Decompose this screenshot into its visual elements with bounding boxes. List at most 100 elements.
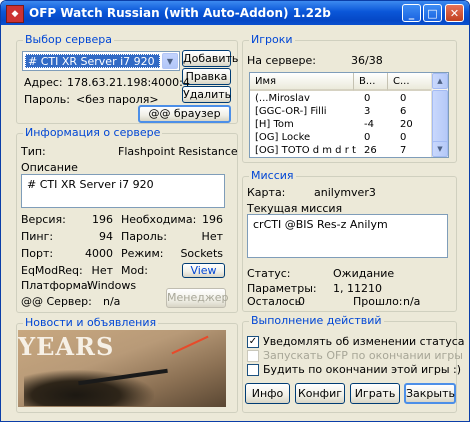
elapsed-value: n/a (403, 295, 421, 308)
player-name: [GGC-OR-] Filli (255, 106, 327, 117)
delete-server-button[interactable]: Удалить (182, 86, 231, 103)
table-row[interactable]: [H] Tom -4 20 (250, 118, 424, 131)
port-label: Порт: (21, 247, 54, 260)
add-server-button[interactable]: Добавить (182, 50, 238, 67)
scroll-down-icon[interactable]: ▼ (432, 141, 448, 157)
player-name: [H] Tom (255, 119, 294, 130)
player-c: 7 (400, 145, 407, 156)
server-password-label: Пароль: (121, 230, 167, 243)
news-title: Новости и объявления (23, 316, 159, 329)
news-banner-text: YEARS (18, 332, 115, 361)
news-banner-image[interactable]: YEARS (18, 330, 226, 407)
on-server-label: На сервере: (247, 54, 317, 67)
server-combo[interactable]: # CTI XR Server i7 920 ▼ (22, 51, 180, 71)
port-value: 4000 (85, 247, 113, 260)
params-value: 1, 11210 (333, 282, 382, 295)
launch-ofp-label: Запускать OFP по окончании игры (263, 349, 463, 362)
server-select-title: Выбор сервера (23, 33, 114, 46)
ping-label: Пинг: (21, 230, 54, 243)
column-c[interactable]: С... (388, 73, 434, 91)
close-button[interactable]: Закрыть (404, 383, 456, 404)
type-label: Тип: (21, 145, 46, 158)
player-name: [OG] TOTO d m d r t (255, 145, 356, 156)
at-server-value: n/a (103, 295, 121, 308)
ping-value: 94 (99, 230, 113, 243)
browser-button[interactable]: @@ браузер (138, 105, 231, 123)
platform-value: Windows (87, 279, 137, 292)
elapsed-label: Прошло: (353, 295, 403, 308)
type-value: Flashpoint Resistance (118, 145, 238, 158)
player-c: 6 (400, 106, 407, 117)
view-mod-button[interactable]: View (182, 263, 225, 278)
player-b: 3 (364, 106, 371, 117)
player-b: 26 (364, 145, 377, 156)
server-info-title: Информация о сервере (23, 126, 163, 139)
server-password-value: Нет (201, 230, 223, 243)
map-label: Карта: (247, 186, 286, 199)
table-row[interactable]: [GGC-OR-] Filli 3 6 (250, 105, 424, 118)
player-name: [OG] Locke (255, 132, 311, 143)
notify-status-label: Уведомлять об изменении статуса (263, 335, 465, 348)
remaining-value: 0 (298, 295, 305, 308)
eqmodreq-value: Нет (91, 264, 113, 277)
config-button[interactable]: Конфиг (295, 383, 345, 404)
mission-title: Миссия (249, 169, 296, 182)
manager-button[interactable]: Менеджер (166, 288, 228, 308)
window-title: OFP Watch Russian (with Auto-Addon) 1.22… (29, 6, 331, 20)
actions-title: Выполнение действий (249, 314, 384, 327)
version-label: Версия: (21, 213, 66, 226)
current-mission-field[interactable]: crCTI @BIS Res-z Anilym (247, 214, 448, 258)
wake-up-label: Будить по окончании этой игры :) (263, 363, 462, 376)
description-label: Описание (21, 161, 78, 174)
players-scrollbar[interactable]: ▲ ▼ (431, 73, 448, 157)
main-window: ◆ OFP Watch Russian (with Auto-Addon) 1.… (0, 0, 470, 422)
map-value: anilymver3 (314, 186, 376, 199)
player-name: (...Miroslav (255, 93, 310, 104)
description-field[interactable]: # CTI XR Server i7 920 (21, 174, 225, 208)
player-b: -4 (364, 119, 374, 130)
column-b[interactable]: В... (354, 73, 388, 91)
version-value: 196 (92, 213, 113, 226)
column-name[interactable]: Имя (250, 73, 354, 91)
players-title: Игроки (249, 33, 295, 46)
scroll-up-icon[interactable]: ▲ (432, 73, 448, 89)
title-bar[interactable]: ◆ OFP Watch Russian (with Auto-Addon) 1.… (1, 1, 469, 25)
status-value: Ожидание (333, 267, 395, 280)
tracer-line (171, 335, 209, 355)
launch-ofp-checkbox[interactable] (247, 350, 259, 362)
eqmodreq-label: EqModReq: (21, 264, 83, 277)
params-label: Параметры: (247, 282, 317, 295)
app-icon: ◆ (6, 5, 24, 23)
server-combo-value: # CTI XR Server i7 920 (25, 54, 160, 68)
players-list[interactable]: Имя В... С... (...Miroslav 0 0 [GGC-OR-]… (249, 72, 449, 158)
player-c: 20 (400, 119, 413, 130)
required-label: Необходима: (121, 213, 197, 226)
at-server-label: @@ Сервер: (21, 295, 92, 308)
mod-label: Mod: (121, 264, 148, 277)
maximize-button[interactable]: □ (423, 4, 442, 22)
platform-label: Платформа: (21, 279, 92, 292)
address-value: 178.63.21.198:4000:4 (67, 76, 190, 89)
on-server-value: 36/38 (351, 54, 383, 67)
required-value: 196 (202, 213, 223, 226)
info-button[interactable]: Инфо (245, 383, 290, 404)
player-c: 0 (400, 132, 407, 143)
play-button[interactable]: Играть (350, 383, 400, 404)
chevron-down-icon[interactable]: ▼ (162, 53, 178, 69)
player-c: 0 (400, 93, 407, 104)
address-label: Адрес: (24, 76, 63, 89)
table-row[interactable]: [OG] TOTO d m d r t 26 7 (250, 144, 424, 157)
player-b: 0 (364, 93, 371, 104)
status-label: Статус: (247, 267, 291, 280)
minimize-button[interactable]: _ (402, 4, 421, 22)
player-b: 0 (364, 132, 371, 143)
close-window-button[interactable]: ✕ (445, 4, 464, 22)
mode-label: Режим: (121, 247, 164, 260)
wake-up-checkbox[interactable] (247, 364, 259, 376)
notify-status-checkbox[interactable]: ✓ (247, 336, 259, 348)
mode-value: Sockets (180, 247, 223, 260)
remaining-label: Осталось (247, 295, 302, 308)
table-row[interactable]: [OG] Locke 0 0 (250, 131, 424, 144)
table-row[interactable]: (...Miroslav 0 0 (250, 92, 424, 105)
password-label: Пароль: (24, 93, 70, 106)
